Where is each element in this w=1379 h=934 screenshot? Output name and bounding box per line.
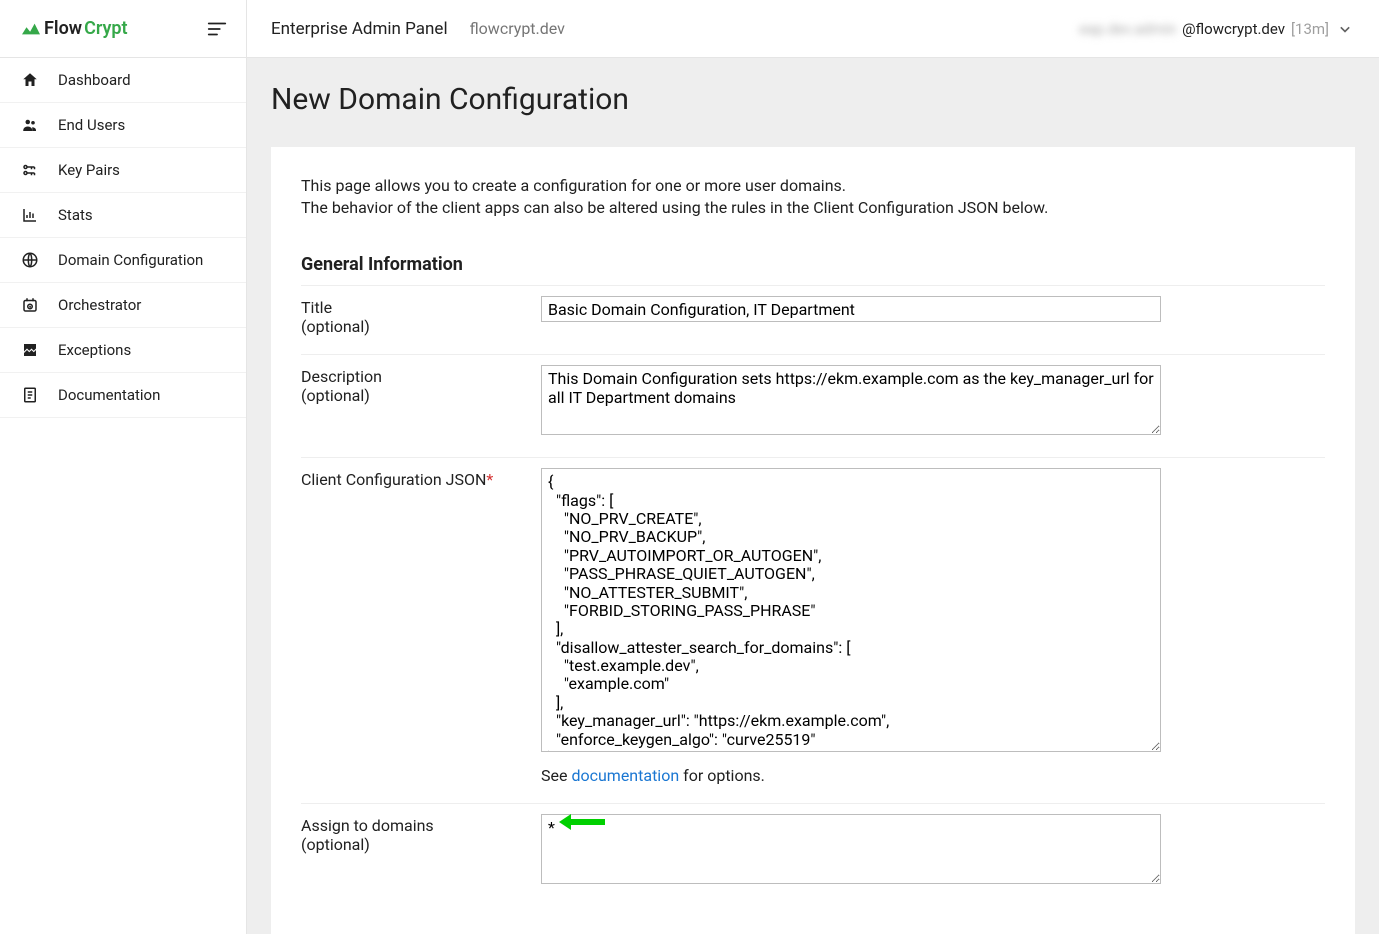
json-label-text: Client Configuration JSON bbox=[301, 470, 486, 489]
domains-label: Assign to domains bbox=[301, 816, 541, 835]
sidebar-item-label: End Users bbox=[58, 116, 125, 134]
doc-see-text: See bbox=[541, 766, 571, 785]
sidebar-item-label: Dashboard bbox=[58, 71, 131, 89]
sidebar-item-exceptions[interactable]: Exceptions bbox=[0, 328, 246, 373]
intro-line-2: The behavior of the client apps can also… bbox=[301, 198, 1048, 217]
globe-icon bbox=[20, 250, 40, 270]
user-menu[interactable]: eap.dev.admin @flowcrypt.dev [13m] bbox=[1079, 19, 1355, 39]
doc-after-text: for options. bbox=[679, 766, 765, 785]
stats-icon bbox=[20, 205, 40, 225]
user-domain: @flowcrypt.dev bbox=[1182, 20, 1285, 38]
menu-toggle-icon[interactable] bbox=[206, 18, 228, 40]
description-textarea[interactable] bbox=[541, 365, 1161, 435]
section-general-information: General Information bbox=[301, 254, 1325, 275]
sidebar-header: FlowCrypt bbox=[0, 0, 246, 58]
logo-text-flow: Flow bbox=[44, 18, 82, 39]
sidebar-item-dashboard[interactable]: Dashboard bbox=[0, 58, 246, 103]
topbar: Enterprise Admin Panel flowcrypt.dev eap… bbox=[247, 0, 1379, 58]
clock-icon bbox=[20, 295, 40, 315]
sidebar: FlowCrypt Dashboard End Users Key Pairs … bbox=[0, 0, 247, 934]
title-input[interactable] bbox=[541, 296, 1161, 322]
sidebar-item-documentation[interactable]: Documentation bbox=[0, 373, 246, 418]
description-label: Description bbox=[301, 367, 541, 386]
user-name-blurred: eap.dev.admin bbox=[1079, 20, 1176, 38]
sidebar-nav: Dashboard End Users Key Pairs Stats Doma… bbox=[0, 58, 246, 418]
logo-text-crypt: Crypt bbox=[84, 18, 128, 39]
sidebar-item-label: Stats bbox=[58, 206, 93, 224]
sidebar-item-end-users[interactable]: End Users bbox=[0, 103, 246, 148]
intro-text: This page allows you to create a configu… bbox=[301, 175, 1325, 218]
users-icon bbox=[20, 115, 40, 135]
broken-image-icon bbox=[20, 340, 40, 360]
page-header: New Domain Configuration bbox=[247, 58, 1379, 147]
form-row-title: Title (optional) bbox=[301, 285, 1325, 354]
json-label: Client Configuration JSON* bbox=[301, 470, 541, 489]
domains-sublabel: (optional) bbox=[301, 835, 541, 854]
client-config-json-textarea[interactable] bbox=[541, 468, 1161, 752]
document-icon bbox=[20, 385, 40, 405]
key-icon bbox=[20, 160, 40, 180]
logo[interactable]: FlowCrypt bbox=[20, 18, 128, 39]
form-row-description: Description (optional) bbox=[301, 354, 1325, 457]
home-icon bbox=[20, 70, 40, 90]
intro-line-1: This page allows you to create a configu… bbox=[301, 176, 846, 195]
content-card: This page allows you to create a configu… bbox=[271, 147, 1355, 934]
sidebar-item-label: Exceptions bbox=[58, 341, 131, 359]
description-sublabel: (optional) bbox=[301, 386, 541, 405]
sidebar-item-label: Key Pairs bbox=[58, 161, 120, 179]
required-asterisk: * bbox=[486, 470, 493, 489]
main: Enterprise Admin Panel flowcrypt.dev eap… bbox=[247, 0, 1379, 934]
sidebar-item-key-pairs[interactable]: Key Pairs bbox=[0, 148, 246, 193]
topbar-domain: flowcrypt.dev bbox=[470, 19, 565, 38]
sidebar-item-stats[interactable]: Stats bbox=[0, 193, 246, 238]
documentation-link[interactable]: documentation bbox=[571, 766, 679, 785]
topbar-left: Enterprise Admin Panel flowcrypt.dev bbox=[271, 19, 565, 39]
page-title: New Domain Configuration bbox=[271, 82, 1355, 117]
sidebar-item-orchestrator[interactable]: Orchestrator bbox=[0, 283, 246, 328]
user-session-time: [13m] bbox=[1291, 20, 1329, 38]
assign-domains-textarea[interactable] bbox=[541, 814, 1161, 884]
chevron-down-icon bbox=[1335, 19, 1355, 39]
logo-icon bbox=[20, 20, 42, 38]
form-row-assign-domains: Assign to domains (optional) bbox=[301, 803, 1325, 906]
form-row-client-config-json: Client Configuration JSON* See documenta… bbox=[301, 457, 1325, 803]
title-sublabel: (optional) bbox=[301, 317, 541, 336]
topbar-title: Enterprise Admin Panel bbox=[271, 19, 448, 39]
sidebar-item-label: Domain Configuration bbox=[58, 251, 203, 269]
documentation-hint: See documentation for options. bbox=[541, 766, 1161, 785]
title-label: Title bbox=[301, 298, 541, 317]
sidebar-item-label: Orchestrator bbox=[58, 296, 141, 314]
sidebar-item-label: Documentation bbox=[58, 386, 160, 404]
sidebar-item-domain-configuration[interactable]: Domain Configuration bbox=[0, 238, 246, 283]
